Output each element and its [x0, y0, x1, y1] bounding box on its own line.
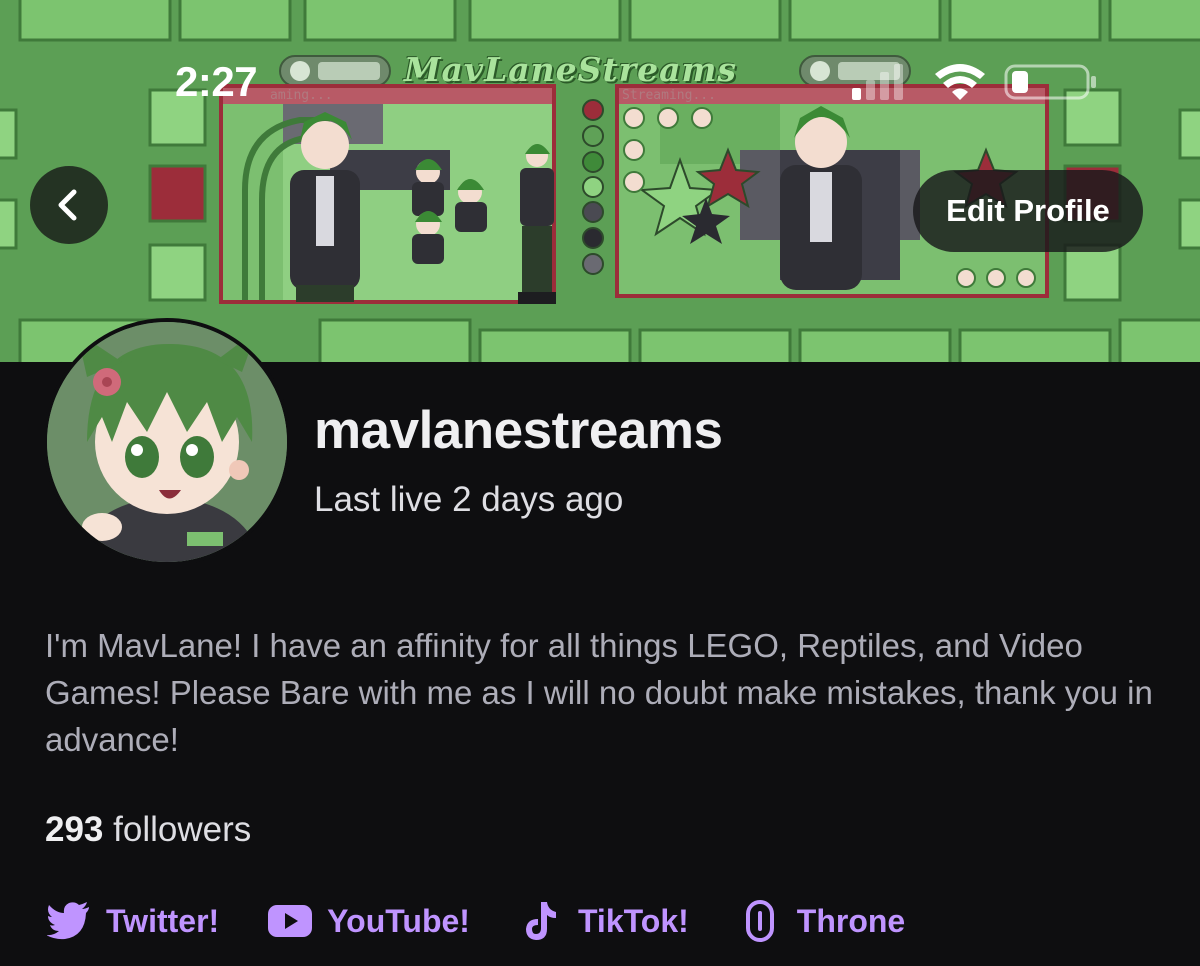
social-link-label: Twitter!	[106, 902, 220, 939]
edit-profile-button[interactable]: Edit Profile	[913, 170, 1143, 252]
social-link-throne[interactable]: Throne	[737, 898, 905, 944]
cellular-signal-icon	[852, 64, 903, 100]
avatar-illustration	[47, 322, 287, 562]
back-button[interactable]	[30, 166, 108, 244]
social-link-label: Throne	[796, 902, 906, 939]
left-window-label: aming...	[270, 88, 333, 103]
social-link-label: YouTube!	[327, 902, 470, 939]
right-window-label: Streaming...	[622, 88, 716, 103]
tiktok-note-icon	[518, 898, 564, 944]
banner-title: MavLaneStreams	[404, 50, 737, 89]
chevron-left-icon	[58, 189, 77, 221]
status-bar-time: 2:27	[175, 58, 258, 105]
social-link-label: TikTok!	[577, 902, 689, 939]
throne-chain-icon	[737, 898, 783, 944]
channel-username: mavlanestreams	[314, 401, 723, 460]
social-link-tiktok[interactable]: TikTok!	[518, 898, 689, 944]
battery-icon	[1004, 64, 1096, 100]
followers-number: 293	[45, 810, 104, 849]
last-live-status: Last live 2 days ago	[314, 480, 624, 519]
social-link-twitter[interactable]: Twitter!	[46, 898, 219, 944]
status-bar-icons	[852, 62, 1102, 107]
twitter-bird-icon	[46, 898, 92, 944]
social-links: Twitter! YouTube! TikTok! Throne	[46, 898, 953, 944]
social-link-youtube[interactable]: YouTube!	[267, 898, 470, 944]
followers-count: 293 followers	[45, 810, 251, 850]
channel-bio: I'm MavLane! I have an affinity for all …	[45, 627, 1153, 758]
avatar	[43, 318, 291, 566]
followers-label: followers	[113, 810, 252, 849]
youtube-play-icon	[267, 898, 313, 944]
wifi-icon	[935, 64, 985, 100]
